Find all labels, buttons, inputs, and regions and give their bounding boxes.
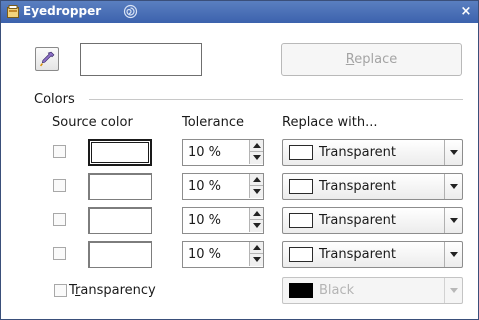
replace-with-header: Replace with...	[282, 115, 378, 130]
replace-label: eplace	[354, 52, 398, 67]
tolerance-spinner-3[interactable]: 10 %	[182, 207, 264, 234]
replace-with-dropdown-3[interactable]: Transparent	[282, 207, 463, 234]
source-color-header: Source color	[52, 115, 133, 130]
spin-down-icon[interactable]	[249, 186, 263, 198]
close-icon[interactable]: ×	[458, 4, 474, 20]
source-color-swatch-3[interactable]	[88, 207, 152, 234]
tolerance-spinner-2[interactable]: 10 %	[182, 173, 264, 200]
chevron-down-icon[interactable]	[444, 242, 462, 267]
spiral-icon[interactable]	[123, 4, 138, 19]
replace-color-swatch-2	[289, 179, 313, 194]
transparency-color-swatch	[289, 283, 313, 298]
replace-color-swatch-3	[289, 213, 313, 228]
section-separator	[89, 99, 463, 100]
replace-mnemonic: R	[345, 52, 355, 67]
replace-with-value-1: Transparent	[319, 145, 396, 160]
tolerance-spinner-4[interactable]: 10 %	[182, 241, 264, 268]
source-color-checkbox-2[interactable]	[53, 179, 66, 192]
tolerance-value-4: 10 %	[188, 247, 222, 262]
chevron-down-icon[interactable]	[444, 140, 462, 165]
replace-color-swatch-1	[289, 145, 313, 160]
eyedropper-dialog: Eyedropper × Replace Colors Source color…	[0, 0, 479, 320]
replace-color-swatch-4	[289, 247, 313, 262]
spin-up-icon[interactable]	[249, 208, 263, 220]
replace-button[interactable]: Replace	[281, 43, 462, 76]
chevron-down-icon[interactable]	[444, 278, 462, 303]
spin-down-icon[interactable]	[249, 220, 263, 232]
transparency-color-dropdown[interactable]: Black	[282, 277, 463, 304]
spin-down-icon[interactable]	[249, 254, 263, 266]
replace-with-value-4: Transparent	[319, 247, 396, 262]
spin-up-icon[interactable]	[249, 242, 263, 254]
source-color-checkbox-3[interactable]	[53, 213, 66, 226]
tolerance-value-1: 10 %	[188, 145, 222, 160]
spin-up-icon[interactable]	[249, 174, 263, 186]
transparency-checkbox[interactable]	[54, 284, 67, 297]
replace-with-dropdown-4[interactable]: Transparent	[282, 241, 463, 268]
spin-up-icon[interactable]	[249, 140, 263, 152]
replace-with-dropdown-2[interactable]: Transparent	[282, 173, 463, 200]
replace-with-value-3: Transparent	[319, 213, 396, 228]
transparency-label[interactable]: Transparency	[69, 283, 156, 298]
tolerance-header: Tolerance	[182, 115, 244, 130]
window-title: Eyedropper	[23, 4, 102, 18]
pipette-icon	[40, 51, 55, 67]
color-preview	[80, 43, 202, 76]
pipette-button[interactable]	[35, 47, 59, 71]
source-color-checkbox-4[interactable]	[53, 247, 66, 260]
source-color-swatch-2[interactable]	[88, 173, 152, 200]
colors-section-label: Colors	[34, 92, 75, 107]
title-bar[interactable]: Eyedropper ×	[1, 1, 478, 23]
chevron-down-icon[interactable]	[444, 174, 462, 199]
spin-down-icon[interactable]	[249, 152, 263, 164]
source-color-checkbox-1[interactable]	[53, 145, 66, 158]
tolerance-value-2: 10 %	[188, 179, 222, 194]
source-color-swatch-1[interactable]	[88, 139, 152, 166]
chevron-down-icon[interactable]	[444, 208, 462, 233]
window-icon	[7, 5, 19, 18]
replace-with-dropdown-1[interactable]: Transparent	[282, 139, 463, 166]
replace-with-value-2: Transparent	[319, 179, 396, 194]
source-color-swatch-4[interactable]	[88, 241, 152, 268]
tolerance-value-3: 10 %	[188, 213, 222, 228]
tolerance-spinner-1[interactable]: 10 %	[182, 139, 264, 166]
transparency-color-value: Black	[319, 283, 355, 298]
transparency-label-suffix: ansparency	[80, 283, 156, 298]
